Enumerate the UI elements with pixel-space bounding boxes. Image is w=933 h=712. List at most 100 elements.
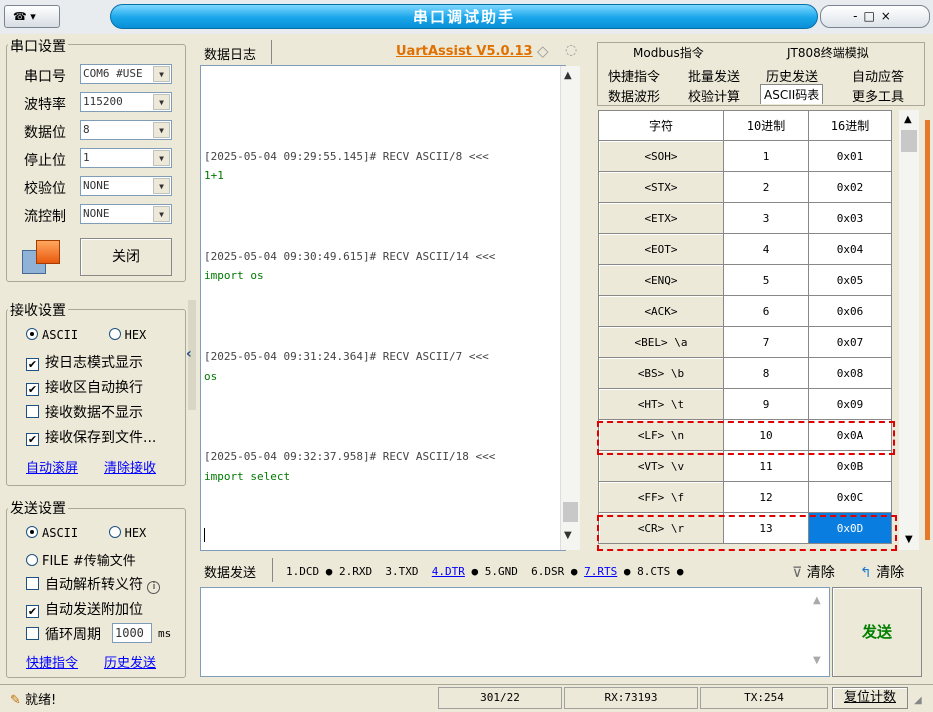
reset-count-button[interactable]: 复位计数: [832, 687, 908, 709]
tab-auto-reply[interactable]: 自动应答: [852, 66, 904, 85]
append-bits-checkbox[interactable]: ✔: [26, 605, 39, 618]
collapse-icon[interactable]: ‹: [186, 346, 192, 362]
char-cell[interactable]: <VT> \v: [598, 450, 724, 482]
info-icon[interactable]: i: [147, 581, 161, 594]
tab-ascii-table[interactable]: ASCII码表: [760, 84, 824, 104]
loop-period-checkbox[interactable]: [26, 627, 39, 640]
port-select[interactable]: COM6 #USE ▼: [80, 64, 172, 84]
pin-rts[interactable]: 7.RTS: [584, 565, 617, 578]
close-port-button[interactable]: 关闭: [80, 238, 172, 276]
loop-period-option[interactable]: 循环周期: [26, 624, 101, 644]
receive-ascii-radio[interactable]: [26, 328, 38, 340]
char-cell[interactable]: <ETX>: [598, 202, 724, 234]
table-row[interactable]: <BEL> \a 7 0x07: [598, 326, 892, 358]
chevron-down-icon[interactable]: ▼: [153, 122, 170, 138]
table-row[interactable]: <ACK> 6 0x06: [598, 295, 892, 327]
parse-escape-checkbox[interactable]: [26, 577, 39, 590]
clear-all-button[interactable]: ↰ 清除: [860, 562, 904, 582]
char-cell[interactable]: <BS> \b: [598, 357, 724, 389]
pin-dtr[interactable]: 4.DTR: [432, 565, 465, 578]
loop-period-input[interactable]: 1000: [112, 623, 152, 643]
tab-more-tools[interactable]: 更多工具: [852, 86, 904, 105]
save-to-file-option[interactable]: ✔ 接收保存到文件...: [26, 427, 156, 447]
log-scrollbar[interactable]: ▲ ▼: [560, 66, 580, 550]
window-controls[interactable]: -□×: [820, 5, 930, 28]
scroll-thumb[interactable]: [901, 130, 917, 152]
tab-data-send[interactable]: 数据发送: [204, 562, 256, 581]
char-cell[interactable]: <STX>: [598, 171, 724, 203]
table-row[interactable]: <ETX> 3 0x03: [598, 202, 892, 234]
window-controls-icons[interactable]: -□×: [853, 9, 897, 23]
auto-wrap-option[interactable]: ✔ 接收区自动换行: [26, 377, 143, 397]
brand-link[interactable]: UartAssist V5.0.13: [396, 44, 533, 59]
send-hex-radio[interactable]: [108, 526, 121, 538]
resize-grip-icon[interactable]: ◢: [914, 695, 922, 706]
table-row[interactable]: <SOH> 1 0x01: [598, 140, 892, 172]
scroll-up-icon[interactable]: ▲: [813, 595, 821, 606]
char-cell[interactable]: <BEL> \a: [598, 326, 724, 358]
char-cell[interactable]: <EOT>: [598, 233, 724, 265]
hide-data-option[interactable]: 接收数据不显示: [26, 402, 143, 422]
tab-data-log[interactable]: 数据日志: [204, 44, 256, 63]
send-file-radio[interactable]: [26, 554, 38, 566]
scroll-down-icon[interactable]: ▼: [905, 534, 913, 545]
save-to-file-checkbox[interactable]: ✔: [26, 433, 39, 446]
send-input-area[interactable]: [200, 587, 830, 677]
table-row[interactable]: <ENQ> 5 0x05: [598, 264, 892, 296]
send-file-option[interactable]: FILE #传输文件: [26, 550, 136, 569]
chevron-down-icon[interactable]: ▼: [153, 178, 170, 194]
tab-modbus[interactable]: Modbus指令: [633, 44, 704, 61]
stop-bits-select[interactable]: 1 ▼: [80, 148, 172, 168]
scroll-up-icon[interactable]: ▲: [904, 114, 912, 125]
tab-checksum[interactable]: 校验计算: [688, 86, 740, 105]
scroll-thumb[interactable]: [563, 502, 578, 522]
baud-select[interactable]: 115200 ▼: [80, 92, 172, 112]
table-row[interactable]: <HT> \t 9 0x09: [598, 388, 892, 420]
char-cell[interactable]: <ENQ>: [598, 264, 724, 296]
clear-send-button[interactable]: ⊽ 清除: [792, 562, 835, 582]
flow-control-select[interactable]: NONE ▼: [80, 204, 172, 224]
shortcut-commands-link[interactable]: 快捷指令: [26, 652, 78, 671]
tab-jt808[interactable]: JT808终端模拟: [787, 44, 869, 61]
char-cell[interactable]: <SOH>: [598, 140, 724, 172]
table-row[interactable]: <VT> \v 11 0x0B: [598, 450, 892, 482]
table-scrollbar[interactable]: ▲: [899, 110, 919, 550]
tab-waveform[interactable]: 数据波形: [608, 86, 660, 105]
diamond-icon[interactable]: ◇: [537, 42, 549, 60]
char-cell[interactable]: <FF> \f: [598, 481, 724, 513]
tab-batch-send[interactable]: 批量发送: [688, 66, 740, 85]
data-bits-select[interactable]: 8 ▼: [80, 120, 172, 140]
char-cell[interactable]: <ACK>: [598, 295, 724, 327]
log-mode-checkbox[interactable]: ✔: [26, 358, 39, 371]
app-menu-button[interactable]: ☎ ▾: [4, 5, 60, 28]
chat-icon[interactable]: ◌: [565, 42, 577, 58]
scroll-up-icon[interactable]: ▲: [564, 70, 572, 81]
send-ascii-radio[interactable]: [26, 526, 38, 538]
char-cell[interactable]: <HT> \t: [598, 388, 724, 420]
tab-history-send[interactable]: 历史发送: [766, 66, 818, 85]
scroll-down-icon[interactable]: ▼: [564, 530, 572, 541]
append-bits-option[interactable]: ✔ 自动发送附加位: [26, 599, 143, 619]
chevron-down-icon[interactable]: ▼: [153, 94, 170, 110]
ascii-table-container[interactable]: 字符 10进制 16进制 <SOH> 1 0x01 <STX> 2 0x02 <ETX>…: [598, 110, 894, 550]
chevron-down-icon[interactable]: ▼: [153, 66, 170, 82]
chevron-down-icon[interactable]: ▼: [153, 150, 170, 166]
table-row[interactable]: <BS> \b 8 0x08: [598, 357, 892, 389]
log-mode-option[interactable]: ✔ 按日志模式显示: [26, 352, 143, 372]
clear-receive-link[interactable]: 清除接收: [104, 457, 156, 476]
chevron-down-icon[interactable]: ▼: [153, 206, 170, 222]
receive-log-area[interactable]: [2025-05-04 09:29:55.145]# RECV ASCII/8 …: [200, 65, 566, 551]
auto-wrap-checkbox[interactable]: ✔: [26, 383, 39, 396]
hide-data-checkbox[interactable]: [26, 405, 39, 418]
tab-shortcut[interactable]: 快捷指令: [608, 66, 660, 85]
table-row[interactable]: <STX> 2 0x02: [598, 171, 892, 203]
receive-hex-radio[interactable]: [108, 328, 121, 340]
auto-scroll-link[interactable]: 自动滚屏: [26, 457, 78, 476]
table-row[interactable]: <EOT> 4 0x04: [598, 233, 892, 265]
scroll-down-icon[interactable]: ▼: [813, 655, 821, 666]
send-history-link[interactable]: 历史发送: [104, 652, 156, 671]
parse-escape-option[interactable]: 自动解析转义符 i: [26, 574, 161, 594]
table-row[interactable]: <FF> \f 12 0x0C: [598, 481, 892, 513]
parity-select[interactable]: NONE ▼: [80, 176, 172, 196]
send-button[interactable]: 发送: [832, 587, 922, 677]
